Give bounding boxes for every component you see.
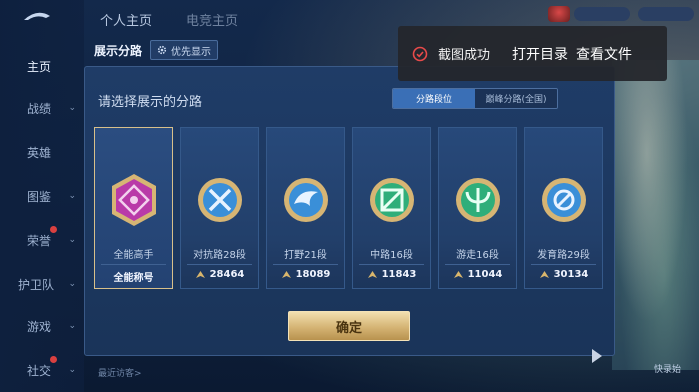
open-directory-link[interactable]: 打开目录 xyxy=(512,44,568,64)
app-logo-icon[interactable] xyxy=(20,10,54,24)
chevron-down-icon: ⌄ xyxy=(68,235,76,245)
bottom-bar: 最近访客> xyxy=(84,360,699,392)
card-score-value: 28464 xyxy=(209,269,245,280)
lane-card-clash[interactable]: 对抗路28段 28464 xyxy=(180,127,259,289)
rank-points-icon xyxy=(453,271,463,278)
sidebar-item-guard-team[interactable]: 护卫队 ⌄ xyxy=(0,266,84,302)
tab-esports-home[interactable]: 电竞主页 xyxy=(186,10,238,29)
tab-lane-rank[interactable]: 分路段位 xyxy=(393,89,475,108)
play-icon[interactable] xyxy=(592,349,602,363)
card-divider xyxy=(273,264,338,265)
card-score-value: 30134 xyxy=(553,269,589,280)
currency-pill[interactable] xyxy=(638,7,694,21)
toast-message: 截图成功 xyxy=(438,48,491,63)
card-divider xyxy=(445,264,510,265)
jungle-emblem-icon xyxy=(283,178,328,222)
lane-card-allround[interactable]: 全能高手 全能称号 xyxy=(94,127,173,289)
card-name: 发育路29段 xyxy=(537,250,590,261)
sidebar-item-heroes[interactable]: 英雄 xyxy=(0,134,84,170)
dialog-title: 展示分路 xyxy=(94,43,143,58)
mid-lane-emblem-icon xyxy=(369,178,414,222)
top-right-status xyxy=(548,4,698,24)
card-score-value: 11044 xyxy=(467,269,503,280)
priority-label: 优先显示 xyxy=(171,46,212,58)
dialog-prompt: 请选择展示的分路 xyxy=(98,95,203,110)
view-file-link[interactable]: 查看文件 xyxy=(576,44,632,64)
check-circle-icon xyxy=(412,46,428,61)
card-divider xyxy=(359,264,424,265)
sidebar-item-label: 英雄 xyxy=(27,145,52,160)
sidebar-item-label: 护卫队 xyxy=(18,277,55,292)
card-score: 28464 xyxy=(181,269,258,280)
sidebar-item-honor[interactable]: 荣誉 ⌄ xyxy=(0,222,84,258)
card-name: 中路16段 xyxy=(370,250,413,261)
chevron-down-icon: ⌄ xyxy=(68,279,76,289)
lane-card-jungle[interactable]: 打野21段 18089 xyxy=(266,127,345,289)
card-score: 11843 xyxy=(353,269,430,280)
tab-personal-home[interactable]: 个人主页 xyxy=(100,10,152,29)
hero-artwork xyxy=(612,60,699,370)
event-icon[interactable] xyxy=(548,6,570,22)
rank-points-icon xyxy=(195,271,205,278)
chevron-down-icon: ⌄ xyxy=(68,103,76,113)
card-divider xyxy=(531,264,596,265)
card-score-value: 18089 xyxy=(295,269,331,280)
rank-points-icon xyxy=(367,271,377,278)
sidebar-item-label: 荣誉 xyxy=(27,233,52,248)
card-title-tag: 全能称号 xyxy=(113,273,154,284)
rank-points-icon xyxy=(539,271,549,278)
card-name: 游走16段 xyxy=(456,250,499,261)
card-divider xyxy=(187,264,252,265)
lane-card-farm[interactable]: 发育路29段 30134 xyxy=(524,127,603,289)
card-score: 30134 xyxy=(525,269,602,280)
lane-card-mid[interactable]: 中路16段 11843 xyxy=(352,127,431,289)
notification-dot xyxy=(50,356,57,363)
roam-emblem-icon xyxy=(455,178,500,222)
screenshot-toast: 截图成功 打开目录 查看文件 xyxy=(398,26,667,81)
sidebar-item-label: 主页 xyxy=(27,59,52,74)
gear-icon xyxy=(157,45,167,55)
priority-display-button[interactable]: 优先显示 xyxy=(150,40,219,60)
chevron-down-icon: ⌄ xyxy=(68,321,76,331)
chevron-down-icon: ⌄ xyxy=(68,365,76,375)
card-score: 18089 xyxy=(267,269,344,280)
sidebar-item-encyclopedia[interactable]: 图鉴 ⌄ xyxy=(0,178,84,214)
allround-emblem-icon xyxy=(111,174,156,226)
rank-points-icon xyxy=(281,271,291,278)
top-tabs: 个人主页 电竞主页 xyxy=(100,10,238,29)
card-name: 全能高手 xyxy=(113,250,154,261)
sidebar-item-social[interactable]: 社交 ⌄ xyxy=(0,352,84,388)
currency-pill[interactable] xyxy=(574,7,630,21)
sidebar-item-label: 图鉴 xyxy=(27,189,52,204)
sidebar-item-home[interactable]: 主页 xyxy=(0,48,84,84)
quick-record-label[interactable]: 快录始 xyxy=(654,362,681,375)
confirm-button[interactable]: 确定 xyxy=(288,311,410,341)
lane-card-roam[interactable]: 游走16段 11044 xyxy=(438,127,517,289)
chevron-down-icon: ⌄ xyxy=(68,191,76,201)
sidebar-item-label: 战绩 xyxy=(27,101,52,116)
notification-dot xyxy=(50,226,57,233)
card-score-value: 11843 xyxy=(381,269,417,280)
tab-peak-lane[interactable]: 巅峰分路(全国) xyxy=(475,89,557,108)
sidebar-item-label: 游戏 xyxy=(27,319,52,334)
clash-lane-emblem-icon xyxy=(197,178,242,222)
card-name: 对抗路28段 xyxy=(193,250,246,261)
sidebar: 主页 战绩 ⌄ 英雄 图鉴 ⌄ 荣誉 ⌄ 护卫队 ⌄ 游戏 ⌄ 社交 ⌄ xyxy=(0,0,84,392)
card-score: 11044 xyxy=(439,269,516,280)
recent-visitors-link[interactable]: 最近访客> xyxy=(98,366,142,379)
card-name: 打野21段 xyxy=(284,250,327,261)
sidebar-item-label: 社交 xyxy=(27,363,52,378)
ranking-segmented-control: 分路段位 巅峰分路(全国) xyxy=(392,88,558,109)
dialog-header: 展示分路 优先显示 xyxy=(94,40,219,60)
sidebar-item-games[interactable]: 游戏 ⌄ xyxy=(0,308,84,344)
card-divider xyxy=(101,264,166,265)
farm-lane-emblem-icon xyxy=(541,178,586,222)
sidebar-item-records[interactable]: 战绩 ⌄ xyxy=(0,90,84,126)
